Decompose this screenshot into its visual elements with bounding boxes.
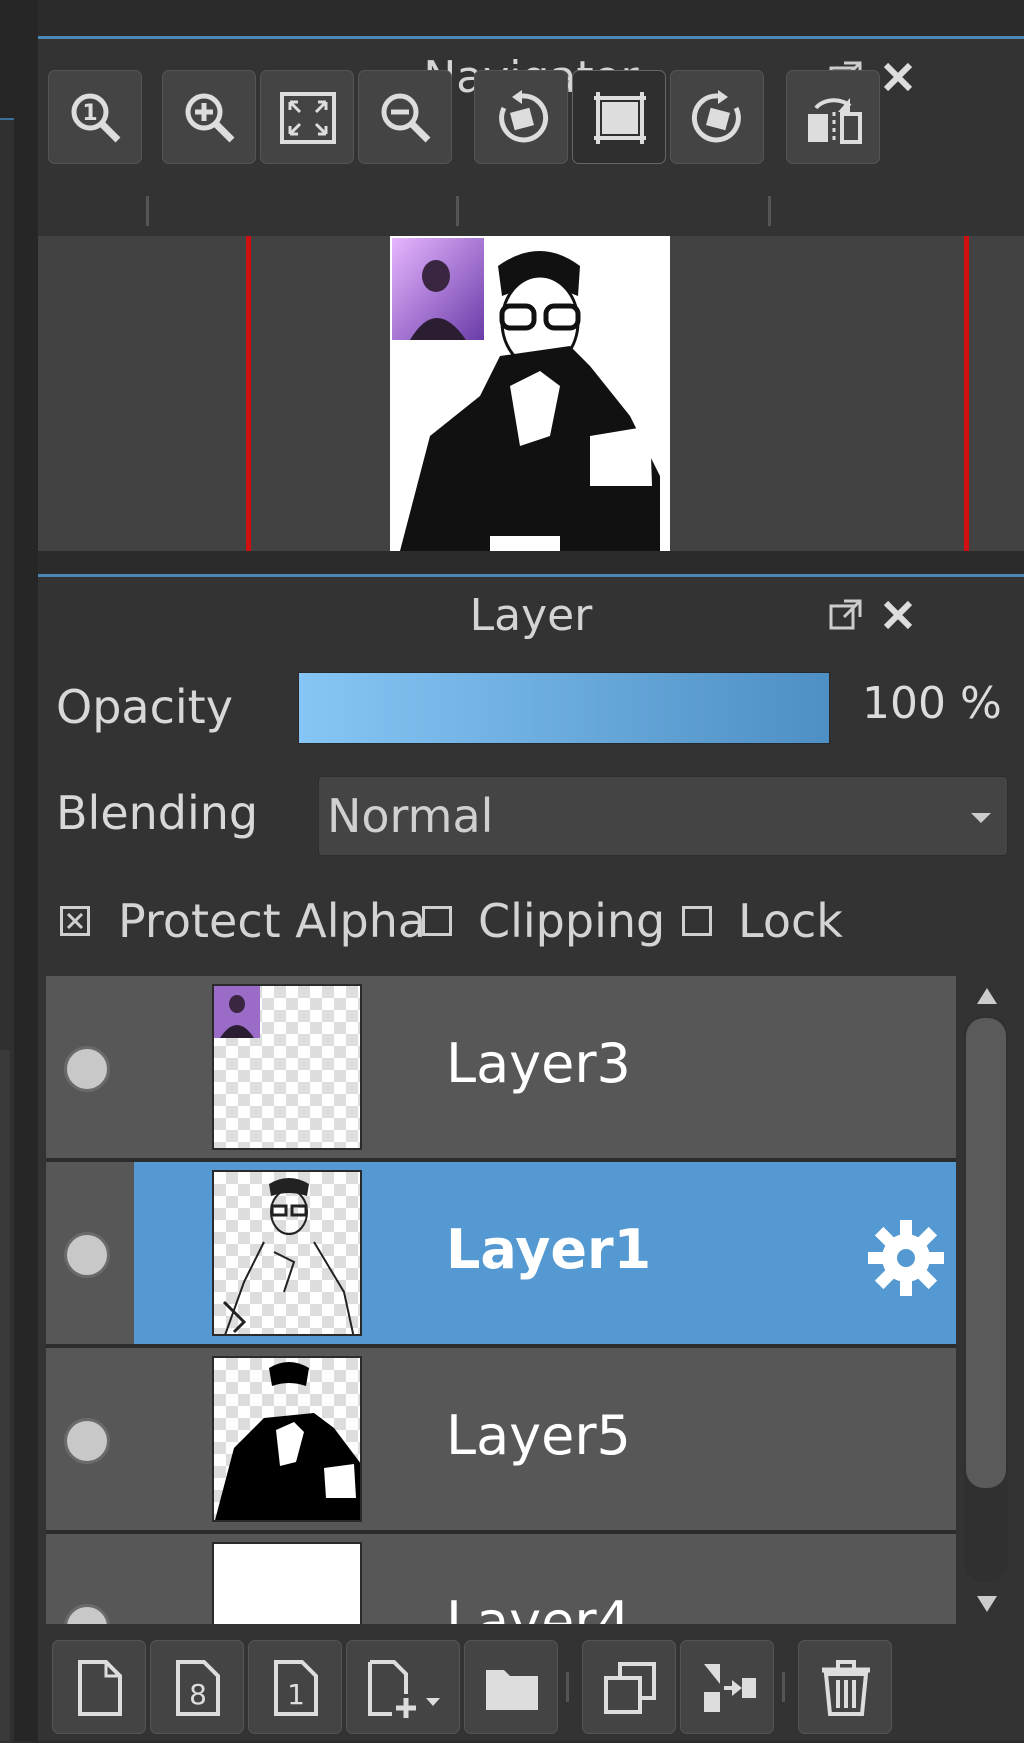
left-dock-scrollbar[interactable] xyxy=(0,1050,10,1741)
delete-layer-icon xyxy=(822,1660,870,1716)
scroll-thumb[interactable] xyxy=(966,1018,1006,1488)
navigator-panel: Navigator 1 xyxy=(38,36,1024,551)
layer-thumbnail xyxy=(212,1542,362,1624)
visibility-toggle-icon[interactable] xyxy=(64,1046,110,1092)
float-panel-icon[interactable] xyxy=(828,597,868,637)
layer-row-layer4[interactable]: Layer4 xyxy=(46,1534,956,1624)
merge-down-icon xyxy=(704,1664,756,1712)
opacity-slider[interactable] xyxy=(298,672,830,744)
close-panel-icon[interactable] xyxy=(880,597,920,637)
lock-label: Lock xyxy=(738,894,843,948)
chevron-down-icon xyxy=(971,813,991,823)
new-folder-button[interactable] xyxy=(464,1640,558,1734)
new-layer-button[interactable] xyxy=(52,1640,146,1734)
scroll-up-icon[interactable] xyxy=(960,980,1014,1010)
flip-horizontal-button[interactable] xyxy=(786,70,880,164)
zoom-out-icon xyxy=(381,93,431,143)
new-8bit-layer-button[interactable]: 8 xyxy=(150,1640,244,1734)
view-boundary-left xyxy=(246,236,251,551)
toolbar-separator xyxy=(456,196,459,226)
fit-to-window-button[interactable] xyxy=(260,70,354,164)
visibility-toggle-icon[interactable] xyxy=(64,1604,110,1624)
rotate-right-icon xyxy=(691,90,741,143)
layer-title: Layer xyxy=(469,590,593,641)
new-layer-icon xyxy=(78,1660,122,1716)
layer-list: Layer3 Layer1 Layer5 Layer4 xyxy=(46,976,956,1624)
flip-horizontal-icon xyxy=(808,98,862,144)
add-layer-menu-icon xyxy=(368,1660,440,1718)
duplicate-layer-button[interactable] xyxy=(582,1640,676,1734)
layer-row-layer3[interactable]: Layer3 xyxy=(46,976,956,1162)
layer-toolbar: 8 1 xyxy=(38,1628,1024,1741)
blending-value: Normal xyxy=(327,789,494,843)
zoom-out-button[interactable] xyxy=(358,70,452,164)
svg-text:1: 1 xyxy=(287,1678,305,1711)
reset-view-button[interactable] xyxy=(572,70,666,164)
visibility-toggle-icon[interactable] xyxy=(64,1232,110,1278)
close-panel-icon[interactable] xyxy=(880,59,920,99)
layer-name: Layer1 xyxy=(446,1218,652,1281)
layer-list-scrollbar[interactable] xyxy=(960,976,1014,1624)
new-1bit-layer-icon: 1 xyxy=(274,1660,318,1716)
layer-thumbnail xyxy=(212,1170,362,1336)
new-1bit-layer-button[interactable]: 1 xyxy=(248,1640,342,1734)
clipping-checkbox[interactable] xyxy=(422,906,452,936)
svg-text:1: 1 xyxy=(82,101,97,126)
layer-thumbnail xyxy=(212,984,362,1150)
reset-view-icon xyxy=(594,92,646,144)
add-layer-menu-button[interactable] xyxy=(346,1640,460,1734)
toolbar-separator xyxy=(146,196,149,226)
new-8bit-layer-icon: 8 xyxy=(176,1660,220,1716)
left-dock-edge xyxy=(0,0,38,1743)
clipping-label: Clipping xyxy=(478,894,666,948)
opacity-value: 100 % xyxy=(862,678,1002,729)
zoom-in-button[interactable] xyxy=(162,70,256,164)
layer-row-layer1[interactable]: Layer1 xyxy=(46,1162,956,1348)
rotate-left-button[interactable] xyxy=(474,70,568,164)
layer-name: Layer4 xyxy=(446,1590,631,1624)
view-boundary-right xyxy=(964,236,969,551)
gear-icon[interactable] xyxy=(864,1216,948,1300)
toolbar-separator xyxy=(782,1672,785,1702)
rotate-right-button[interactable] xyxy=(670,70,764,164)
canvas-thumbnail xyxy=(390,236,670,551)
visibility-toggle-icon[interactable] xyxy=(64,1418,110,1464)
layer-row-layer5[interactable]: Layer5 xyxy=(46,1348,956,1534)
zoom-actual-size-icon: 1 xyxy=(71,93,121,143)
lock-checkbox[interactable] xyxy=(682,906,712,936)
protect-alpha-label: Protect Alpha xyxy=(118,894,427,948)
layer-name: Layer3 xyxy=(446,1032,631,1095)
zoom-in-icon xyxy=(185,93,235,143)
toolbar-separator xyxy=(768,196,771,226)
layer-panel: Layer Opacity 100 % Blending Normal Prot… xyxy=(38,574,1024,1741)
protect-alpha-checkbox[interactable] xyxy=(60,906,90,936)
toolbar-separator xyxy=(566,1672,569,1702)
merge-down-button[interactable] xyxy=(680,1640,774,1734)
layer-thumbnail xyxy=(212,1356,362,1522)
layer-titlebar: Layer xyxy=(38,574,1024,655)
fit-to-window-icon xyxy=(280,92,336,144)
navigator-preview[interactable] xyxy=(38,236,1024,551)
zoom-actual-size-button[interactable]: 1 xyxy=(48,70,142,164)
duplicate-layer-icon xyxy=(604,1662,656,1714)
opacity-label: Opacity xyxy=(56,680,233,734)
blending-label: Blending xyxy=(56,786,259,840)
blending-select[interactable]: Normal xyxy=(318,776,1008,856)
rotate-left-icon xyxy=(499,90,549,143)
delete-layer-button[interactable] xyxy=(798,1640,892,1734)
new-folder-icon xyxy=(486,1670,538,1710)
svg-text:8: 8 xyxy=(189,1678,207,1711)
layer-name: Layer5 xyxy=(446,1404,631,1467)
scroll-down-icon[interactable] xyxy=(960,1590,1014,1620)
